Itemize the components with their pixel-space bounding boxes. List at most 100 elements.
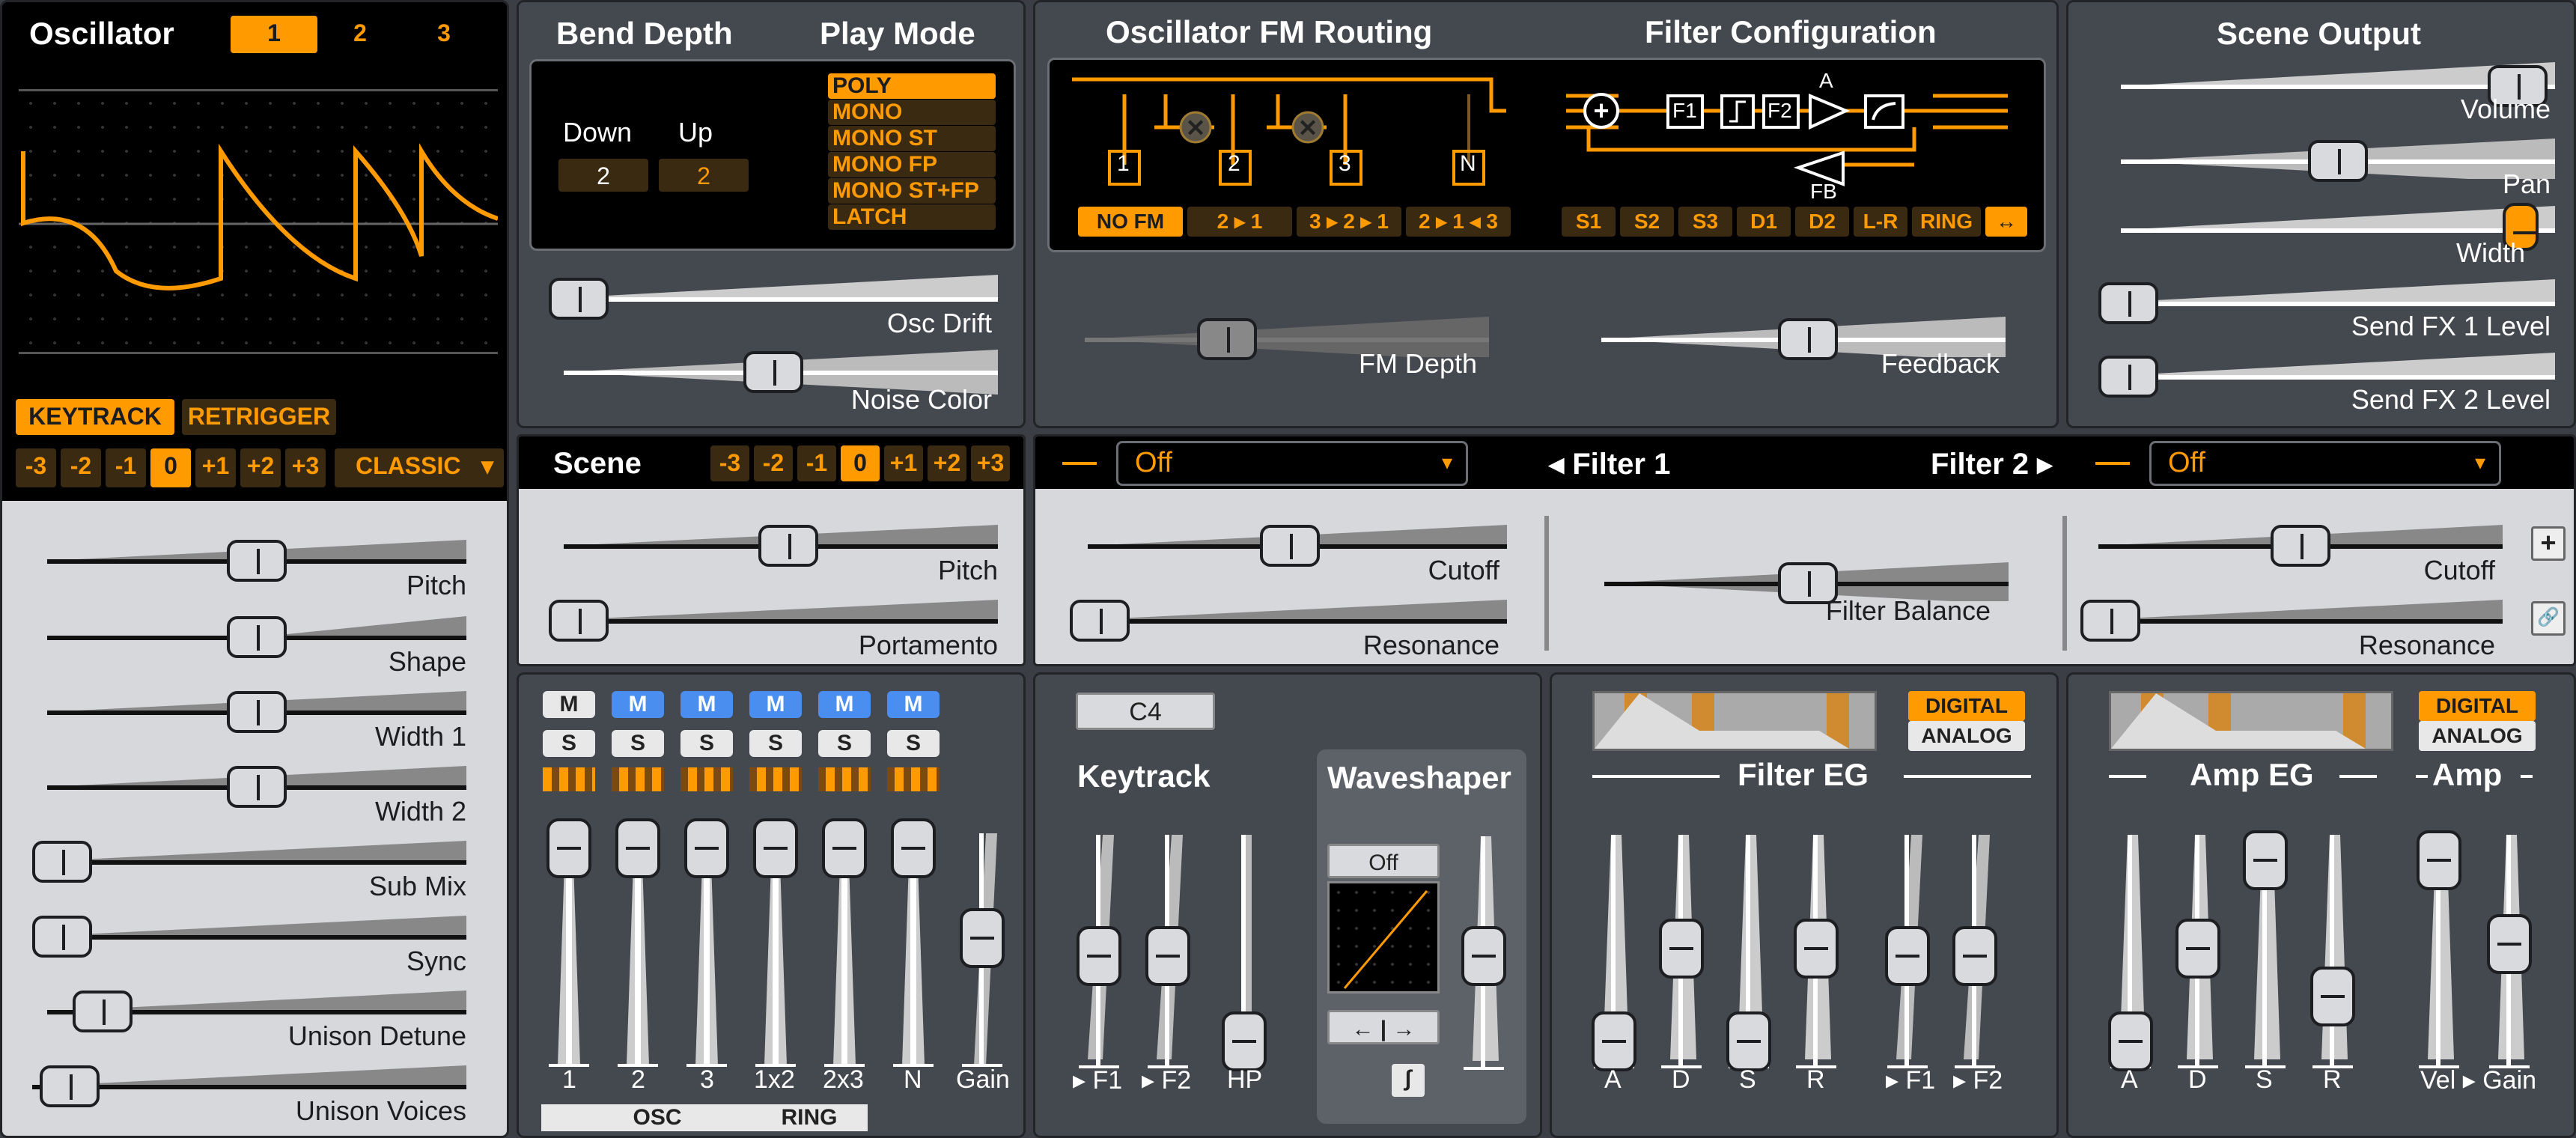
fader-ws-drive[interactable] (1458, 836, 1510, 1076)
filter-route-lr[interactable]: L-R (1854, 207, 1907, 237)
osc-tab-1[interactable]: 1 (231, 16, 317, 53)
slider-unison-voices[interactable]: Unison Voices (32, 1059, 466, 1126)
bend-down-value[interactable]: 2 (558, 159, 648, 192)
retrigger-toggle[interactable]: RETRIGGER (182, 399, 336, 435)
fader-kt-f1[interactable] (1073, 835, 1125, 1074)
fader-gain[interactable] (956, 833, 1008, 1073)
play-mode-poly[interactable]: POLY (828, 73, 996, 99)
filter2-type-select[interactable]: Off ▾ (2149, 441, 2501, 486)
osc-oct-p2[interactable]: +2 (240, 448, 281, 487)
fader-aeg-a[interactable] (2104, 835, 2157, 1074)
fader-kt-f2[interactable] (1142, 835, 1194, 1074)
slider-send-fx1[interactable]: Send FX 1 Level (2098, 276, 2555, 348)
osc-oct-m1[interactable]: -1 (106, 448, 146, 487)
filter-route-d1[interactable]: D1 (1737, 207, 1791, 237)
fader-feg-d[interactable] (1655, 835, 1708, 1074)
fader-2x3[interactable] (818, 818, 871, 1073)
osc-oct-m3[interactable]: -3 (16, 448, 56, 487)
slider-fm-depth[interactable]: FM Depth (1085, 312, 1489, 387)
fader-noise[interactable] (887, 818, 940, 1073)
slider-unison-detune[interactable]: Unison Detune (47, 985, 466, 1051)
slider-pitch[interactable]: Pitch (47, 534, 466, 600)
mute-n[interactable]: M (887, 691, 940, 718)
route-toggle-2x3[interactable] (818, 767, 871, 791)
fader-1x2[interactable] (749, 818, 802, 1073)
fader-kt-hp[interactable] (1218, 835, 1270, 1074)
solo-n[interactable]: S (887, 730, 940, 757)
osc-oct-p3[interactable]: +3 (285, 448, 326, 487)
filter2-label[interactable]: Filter 2 ▸ (1931, 447, 2052, 481)
play-mode-latch[interactable]: LATCH (828, 204, 996, 230)
slider-width[interactable]: Width (2121, 203, 2555, 275)
filter1-label[interactable]: ◂ Filter 1 (1549, 447, 1670, 481)
osc-oct-0[interactable]: 0 (150, 448, 191, 487)
filter-route-stereo-icon[interactable]: ↔ (1985, 207, 2027, 237)
solo-1[interactable]: S (543, 730, 595, 757)
slider-f2-cutoff[interactable]: Cutoff (2098, 519, 2503, 585)
route-toggle-3[interactable] (680, 767, 733, 791)
waveshaper-arrows[interactable]: ← | → (1327, 1010, 1440, 1044)
scene-oct-m1[interactable]: -1 (797, 445, 836, 481)
fader-aeg-gain[interactable] (2483, 835, 2536, 1074)
mute-2[interactable]: M (612, 691, 664, 718)
fader-aeg-s[interactable] (2239, 830, 2292, 1074)
filter1-type-select[interactable]: Off ▾ (1116, 441, 1468, 486)
slider-f1-cutoff[interactable]: Cutoff (1088, 519, 1507, 585)
slider-pan[interactable]: Pan (2121, 134, 2555, 206)
slider-shape[interactable]: Shape (47, 610, 466, 677)
slider-f2-resonance[interactable]: Resonance (2080, 594, 2503, 660)
solo-3[interactable]: S (680, 730, 733, 757)
fm-route-21[interactable]: 2 ▸ 1 (1187, 207, 1292, 237)
fader-aeg-r[interactable] (2306, 835, 2359, 1074)
filter-route-d2[interactable]: D2 (1795, 207, 1849, 237)
filter-route-ring[interactable]: RING (1912, 207, 1981, 237)
keytrack-root-note[interactable]: C4 (1076, 693, 1215, 730)
slider-portamento[interactable]: Portamento (549, 594, 998, 660)
aeg-analog-toggle[interactable]: ANALOG (2419, 721, 2536, 751)
keytrack-toggle[interactable]: KEYTRACK (16, 399, 174, 435)
fader-feg-s[interactable] (1723, 835, 1775, 1074)
route-toggle-1x2[interactable] (749, 767, 802, 791)
play-mode-mono-st-fp[interactable]: MONO ST+FP (828, 178, 996, 204)
slider-width2[interactable]: Width 2 (47, 760, 466, 827)
aeg-digital-toggle[interactable]: DIGITAL (2419, 691, 2536, 721)
fader-osc3[interactable] (680, 818, 733, 1073)
fm-route-213[interactable]: 2 ▸ 1 ◂ 3 (1406, 207, 1511, 237)
route-toggle-n[interactable] (887, 767, 940, 791)
fm-route-nofm[interactable]: NO FM (1078, 207, 1183, 237)
fader-osc1[interactable] (543, 818, 595, 1073)
filter-route-s3[interactable]: S3 (1678, 207, 1732, 237)
slider-sync[interactable]: Sync (32, 910, 466, 976)
solo-2[interactable]: S (612, 730, 664, 757)
osc-type-select[interactable]: CLASSIC ▾ (335, 448, 504, 487)
slider-f1-resonance[interactable]: Resonance (1070, 594, 1507, 660)
solo-2x3[interactable]: S (818, 730, 871, 757)
add-icon[interactable]: + (2531, 526, 2566, 561)
fader-osc2[interactable] (612, 818, 664, 1073)
mute-1x2[interactable]: M (749, 691, 802, 718)
osc-oct-p1[interactable]: +1 (195, 448, 236, 487)
bend-up-value[interactable]: 2 (659, 159, 749, 192)
fader-feg-r[interactable] (1790, 835, 1842, 1074)
feg-analog-toggle[interactable]: ANALOG (1908, 721, 2025, 751)
slider-osc-drift[interactable]: Osc Drift (549, 272, 998, 347)
slider-noise-color[interactable]: Noise Color (564, 345, 998, 420)
scene-oct-0[interactable]: 0 (841, 445, 880, 481)
scene-oct-m2[interactable]: -2 (754, 445, 793, 481)
fader-feg-f1[interactable] (1881, 835, 1934, 1074)
route-toggle-1[interactable] (543, 767, 595, 791)
slider-volume[interactable]: Volume (2121, 59, 2555, 131)
osc-oct-m2[interactable]: -2 (61, 448, 101, 487)
fm-route-321[interactable]: 3 ▸ 2 ▸ 1 (1297, 207, 1401, 237)
mute-2x3[interactable]: M (818, 691, 871, 718)
link-icon[interactable]: 🔗 (2531, 601, 2566, 636)
play-mode-mono[interactable]: MONO (828, 100, 996, 125)
feg-digital-toggle[interactable]: DIGITAL (1908, 691, 2025, 721)
scene-oct-m3[interactable]: -3 (710, 445, 749, 481)
mute-3[interactable]: M (680, 691, 733, 718)
play-mode-mono-st[interactable]: MONO ST (828, 126, 996, 151)
play-mode-mono-fp[interactable]: MONO FP (828, 152, 996, 177)
waveshaper-type[interactable]: Off (1327, 844, 1440, 878)
osc-tab-3[interactable]: 3 (408, 16, 480, 53)
slider-width1[interactable]: Width 1 (47, 685, 466, 752)
